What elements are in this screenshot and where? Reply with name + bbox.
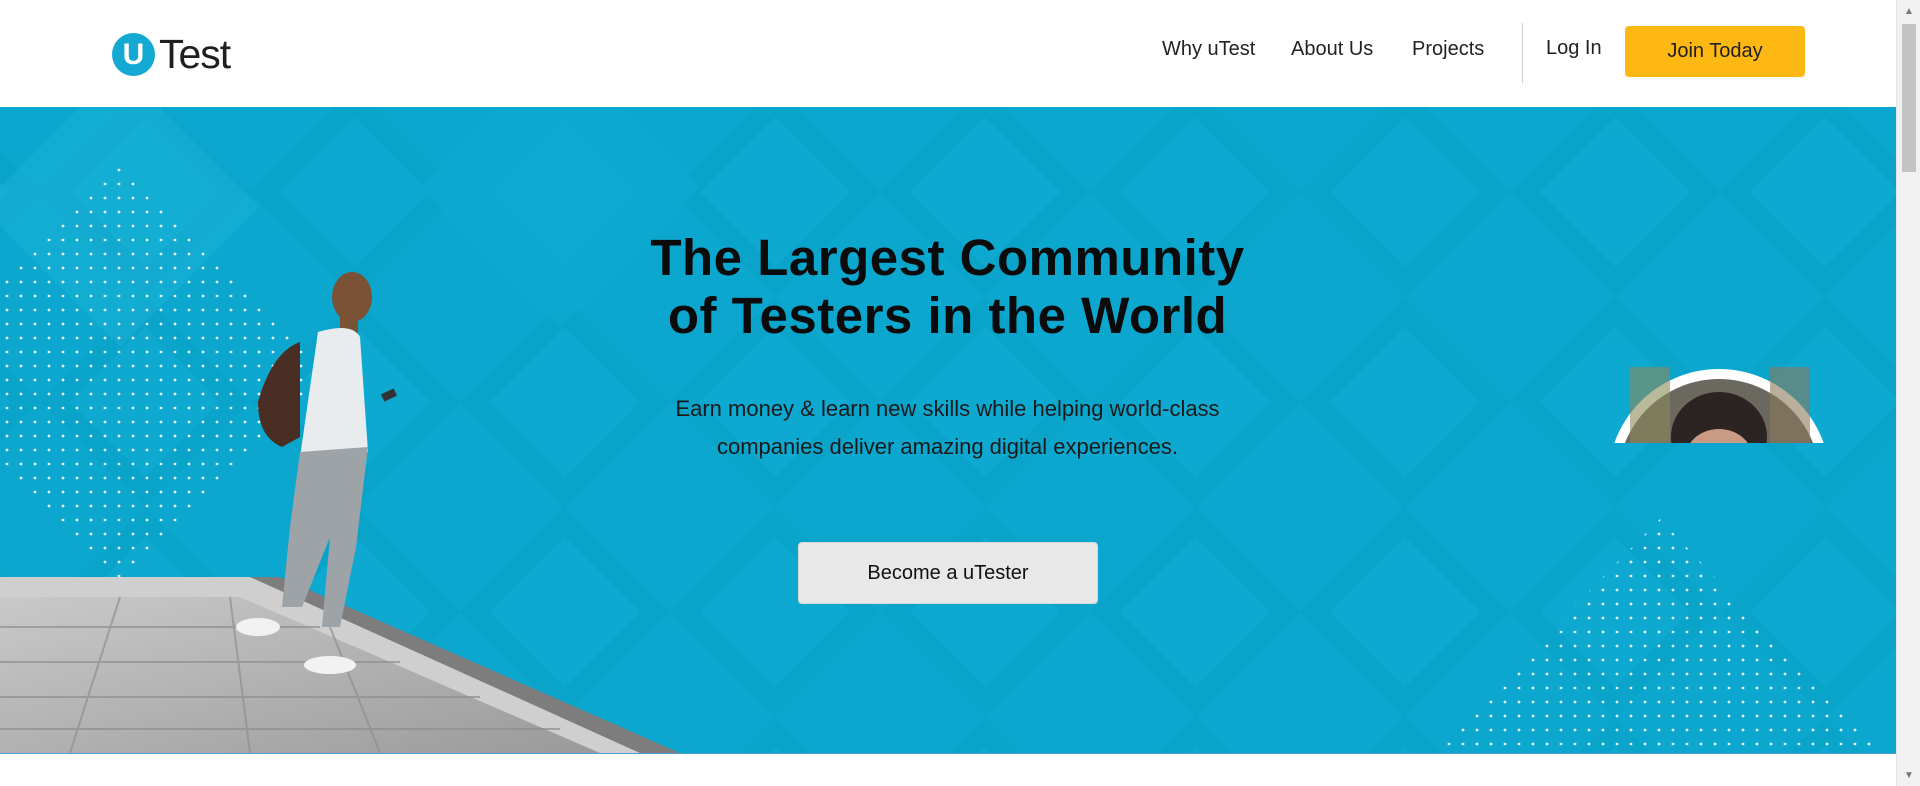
become-utester-button[interactable]: Become a uTester	[798, 542, 1098, 604]
hero-subtitle-line1: Earn money & learn new skills while help…	[675, 396, 1220, 421]
utest-logo[interactable]: U Test	[112, 30, 231, 77]
logo-text: Test	[159, 30, 231, 77]
logo-mark-icon: U	[112, 32, 155, 76]
site-header: U Test Why uTest About Us Projects Log I…	[0, 0, 1896, 107]
scrollbar-thumb[interactable]	[1902, 24, 1916, 172]
nav-link-about-us[interactable]: About Us	[1291, 38, 1373, 61]
next-section-edge	[0, 753, 1896, 786]
hero-title-line1: The Largest Community	[650, 229, 1245, 286]
nav-link-why-utest[interactable]: Why uTest	[1162, 38, 1255, 61]
join-today-button[interactable]: Join Today	[1625, 26, 1805, 77]
hero-title: The Largest Community of Testers in the …	[560, 229, 1335, 345]
logo-mark-letter: U	[122, 37, 145, 71]
scroll-up-icon[interactable]: ▲	[1897, 0, 1920, 22]
nav-divider	[1522, 23, 1523, 83]
page-scrollbar[interactable]: ▲ ▼	[1896, 0, 1920, 786]
login-link[interactable]: Log In	[1546, 37, 1602, 60]
hero-section: The Largest Community of Testers in the …	[0, 107, 1896, 753]
nav-link-projects[interactable]: Projects	[1412, 38, 1484, 61]
scroll-down-icon[interactable]: ▼	[1897, 764, 1920, 786]
hero-title-line2: of Testers in the World	[667, 287, 1228, 344]
hero-subtitle-line2: companies deliver amazing digital experi…	[716, 434, 1179, 459]
hero-subtitle: Earn money & learn new skills while help…	[600, 390, 1295, 466]
